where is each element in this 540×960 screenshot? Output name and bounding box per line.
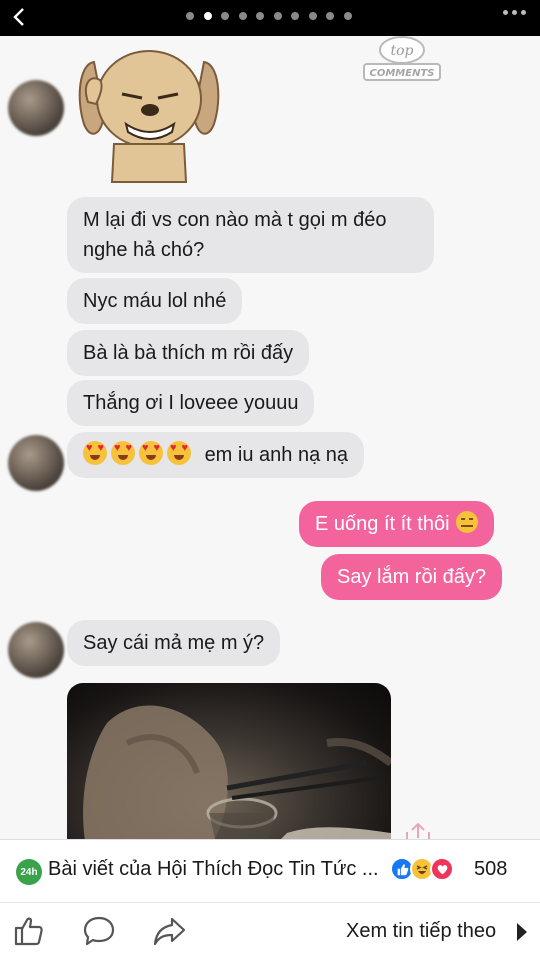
like-button-icon[interactable] xyxy=(12,914,46,948)
svg-text:top: top xyxy=(390,43,413,59)
message-bubble-received[interactable]: Bà là bà thích m rồi đấy xyxy=(67,330,310,376)
viewer-top-bar xyxy=(0,0,540,36)
message-bubble-sent[interactable]: E uống ít ít thôi xyxy=(299,501,494,547)
message-bubble-received[interactable]: Nyc máu lol nhé xyxy=(67,278,243,324)
heart-eyes-icon xyxy=(83,441,107,465)
chat-screenshot: top COMMENTS M lại đi vs con nào mà t gọ… xyxy=(0,36,540,839)
shared-photo[interactable] xyxy=(67,683,391,839)
page-dot[interactable] xyxy=(256,12,264,20)
heart-eyes-icon xyxy=(167,441,191,465)
avatar[interactable] xyxy=(8,622,64,678)
page-dot-active[interactable] xyxy=(203,12,212,20)
heart-eyes-icon xyxy=(139,441,163,465)
share-icon[interactable] xyxy=(404,822,432,839)
page-dot[interactable] xyxy=(343,12,352,20)
heart-eyes-icon xyxy=(111,441,135,465)
divider xyxy=(0,902,540,903)
post-footer: 24h Bài viết của Hội Thích Đọc Tin Tức .… xyxy=(0,839,540,960)
back-button[interactable] xyxy=(6,4,32,30)
caret-right-icon[interactable] xyxy=(517,923,527,941)
page-dot[interactable] xyxy=(186,12,194,20)
message-bubble-received[interactable]: Thắng ơi I loveee youuu xyxy=(67,380,315,426)
page-dot[interactable] xyxy=(221,12,229,20)
watermark-logo: top COMMENTS xyxy=(363,36,441,81)
message-bubble-received[interactable]: M lại đi vs con nào mà t gọi m đéo nghe … xyxy=(67,197,434,273)
comment-button-icon[interactable] xyxy=(82,914,116,948)
reaction-summary[interactable] xyxy=(390,857,454,881)
more-dot-icon xyxy=(503,10,508,15)
message-text: E uống ít ít thôi xyxy=(315,513,450,535)
photo-hand-drink-icon xyxy=(83,705,391,839)
next-story-link[interactable]: Xem tin tiếp theo xyxy=(346,920,496,943)
more-dot-icon xyxy=(521,10,526,15)
neutral-face-icon xyxy=(455,511,478,533)
more-dot-icon xyxy=(512,10,517,15)
message-bubble-sent[interactable]: Say lắm rồi đấy? xyxy=(321,554,502,600)
reaction-count[interactable]: 508 xyxy=(474,858,507,881)
avatar[interactable] xyxy=(8,435,64,491)
message-bubble-received[interactable]: em iu anh nạ nạ xyxy=(67,432,364,478)
page-dot[interactable] xyxy=(291,12,299,20)
sticker-dog-icon xyxy=(78,50,220,183)
source-page-icon[interactable]: 24h xyxy=(16,859,42,885)
page-dot[interactable] xyxy=(238,12,247,20)
more-options-button[interactable] xyxy=(503,10,526,15)
page-dot[interactable] xyxy=(308,12,317,20)
source-page-link[interactable]: Bài viết của Hội Thích Đọc Tin Tức ... xyxy=(48,858,384,881)
love-reaction-icon xyxy=(430,857,454,881)
message-text: em iu anh nạ nạ xyxy=(204,444,348,466)
share-button-icon[interactable] xyxy=(152,914,186,948)
message-bubble-received[interactable]: Say cái mả mẹ m ý? xyxy=(67,620,281,666)
page-indicator xyxy=(186,12,352,20)
avatar[interactable] xyxy=(8,80,64,136)
page-dot[interactable] xyxy=(273,12,282,20)
svg-text:COMMENTS: COMMENTS xyxy=(370,68,435,79)
page-dot[interactable] xyxy=(326,12,334,20)
chevron-left-icon xyxy=(13,8,24,26)
